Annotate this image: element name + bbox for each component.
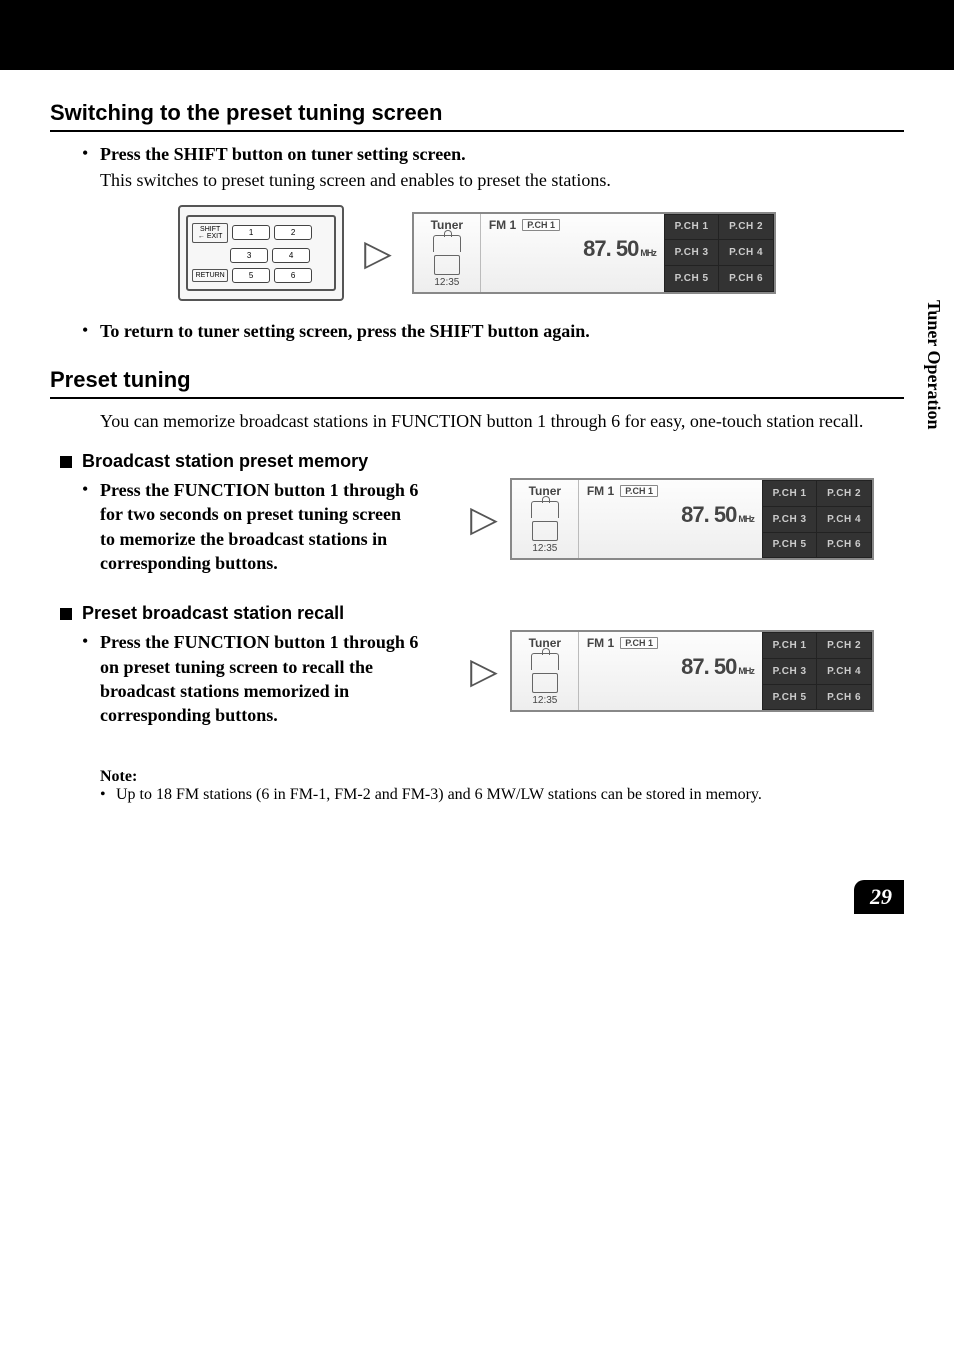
tuner-freq-unit: MHz	[640, 248, 656, 258]
pch-cell-1: P.CH 1	[763, 633, 817, 658]
remote-shift-label: SHIFT ← EXIT	[192, 223, 228, 243]
tuner-freq: 87. 50	[583, 236, 638, 261]
note-text: Up to 18 FM stations (6 in FM-1, FM-2 an…	[116, 786, 762, 804]
bullet-dot: •	[82, 142, 100, 165]
tuner-pch-small: P.CH 1	[620, 637, 658, 649]
tuner-freq-unit: MHz	[738, 514, 754, 524]
tuner-preset-grid: P.CH 1 P.CH 2 P.CH 3 P.CH 4 P.CH 5 P.CH …	[762, 632, 872, 710]
note-title: Note:	[100, 768, 904, 786]
tv-icon	[434, 255, 460, 275]
tuner-freq: 87. 50	[681, 502, 736, 527]
preset-intro: You can memorize broadcast stations in F…	[100, 409, 904, 433]
pch-cell-4: P.CH 4	[719, 240, 773, 265]
remote-btn-4: 4	[272, 248, 310, 263]
arrow-icon: ▷	[364, 235, 392, 271]
pch-cell-6: P.CH 6	[817, 685, 871, 710]
tuner-preset-grid: P.CH 1 P.CH 2 P.CH 3 P.CH 4 P.CH 5 P.CH …	[762, 480, 872, 558]
pch-cell-5: P.CH 5	[665, 266, 719, 291]
tuner-band: FM 1	[587, 484, 614, 498]
remote-btn-5: 5	[232, 268, 270, 283]
side-tab: Tuner Operation	[923, 300, 944, 430]
section-heading-preset: Preset tuning	[50, 367, 904, 399]
tuner-freq-unit: MHz	[738, 666, 754, 676]
pch-cell-2: P.CH 2	[817, 481, 871, 506]
page-content: Tuner Operation Switching to the preset …	[0, 70, 954, 924]
tuner-freq: 87. 50	[681, 654, 736, 679]
subheading-text: Broadcast station preset memory	[82, 451, 368, 472]
pch-cell-1: P.CH 1	[763, 481, 817, 506]
pch-cell-4: P.CH 4	[817, 507, 871, 532]
section-heading-switching: Switching to the preset tuning screen	[50, 100, 904, 132]
remote-btn-1: 1	[232, 225, 270, 240]
bullet-text: To return to tuner setting screen, press…	[100, 319, 590, 343]
note-block: Note: • Up to 18 FM stations (6 in FM-1,…	[100, 768, 904, 804]
arrow-icon: ▷	[470, 501, 498, 537]
pch-cell-5: P.CH 5	[763, 685, 817, 710]
bullet-press-shift: • Press the SHIFT button on tuner settin…	[82, 142, 904, 193]
tv-icon	[532, 521, 558, 541]
bullet-return-shift: • To return to tuner setting screen, pre…	[82, 319, 904, 343]
remote-btn-2: 2	[274, 225, 312, 240]
tuner-screen-1: Tuner 12:35 FM 1 P.CH 1 87. 50MHz P.CH 1…	[412, 212, 776, 294]
subheading-preset-memory: Broadcast station preset memory	[50, 451, 904, 472]
remote-return-label: RETURN	[192, 269, 228, 282]
pch-cell-5: P.CH 5	[763, 533, 817, 558]
tuner-screen-2: Tuner 12:35 FM 1 P.CH 1 87. 50MHz	[510, 478, 874, 560]
pch-cell-3: P.CH 3	[665, 240, 719, 265]
pch-cell-2: P.CH 2	[817, 633, 871, 658]
pch-cell-4: P.CH 4	[817, 659, 871, 684]
tuner-pch-small: P.CH 1	[620, 485, 658, 497]
bullet-dot: •	[100, 786, 116, 804]
antenna-icon	[531, 501, 559, 518]
tuner-clock: 12:35	[434, 277, 459, 288]
pch-cell-6: P.CH 6	[719, 266, 773, 291]
tuner-clock: 12:35	[532, 543, 557, 554]
pch-cell-6: P.CH 6	[817, 533, 871, 558]
tuner-band: FM 1	[489, 218, 516, 232]
subheading-text: Preset broadcast station recall	[82, 603, 344, 624]
top-black-banner	[0, 0, 954, 70]
tuner-preset-grid: P.CH 1 P.CH 2 P.CH 3 P.CH 4 P.CH 5 P.CH …	[664, 214, 774, 292]
tuner-band: FM 1	[587, 636, 614, 650]
square-bullet-icon	[60, 456, 72, 468]
figure-remote-to-tuner: SHIFT ← EXIT 1 2 3 4 RETURN 5 6 ▷	[50, 205, 904, 301]
subheading-preset-recall: Preset broadcast station recall	[50, 603, 904, 624]
bullet-text: Press the SHIFT button on tuner setting …	[100, 142, 466, 166]
arrow-icon: ▷	[470, 653, 498, 689]
remote-diagram: SHIFT ← EXIT 1 2 3 4 RETURN 5 6	[178, 205, 344, 301]
bullet-dot: •	[82, 478, 100, 501]
bullet-text: Press the FUNCTION button 1 through 6 fo…	[100, 478, 420, 575]
bullet-sub2: • Press the FUNCTION button 1 through 6 …	[82, 630, 420, 727]
tuner-clock: 12:35	[532, 695, 557, 706]
bullet-dot: •	[82, 319, 100, 342]
pch-cell-3: P.CH 3	[763, 659, 817, 684]
square-bullet-icon	[60, 608, 72, 620]
pch-cell-1: P.CH 1	[665, 215, 719, 240]
page-number: 29	[854, 880, 904, 914]
bullet-text: Press the FUNCTION button 1 through 6 on…	[100, 630, 420, 727]
antenna-icon	[531, 653, 559, 670]
tv-icon	[532, 673, 558, 693]
tuner-pch-small: P.CH 1	[522, 219, 560, 231]
bullet-subtext: This switches to preset tuning screen an…	[100, 168, 904, 192]
pch-cell-2: P.CH 2	[719, 215, 773, 240]
remote-btn-6: 6	[274, 268, 312, 283]
tuner-screen-3: Tuner 12:35 FM 1 P.CH 1 87. 50MHz	[510, 630, 874, 712]
remote-btn-3: 3	[230, 248, 268, 263]
bullet-dot: •	[82, 630, 100, 653]
bullet-sub1: • Press the FUNCTION button 1 through 6 …	[82, 478, 420, 575]
pch-cell-3: P.CH 3	[763, 507, 817, 532]
antenna-icon	[433, 235, 461, 252]
